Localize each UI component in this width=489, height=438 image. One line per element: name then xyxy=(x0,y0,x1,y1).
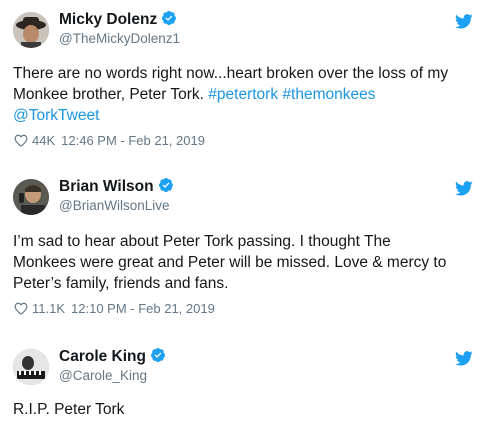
twitter-bird-icon[interactable] xyxy=(455,351,473,366)
like-count[interactable]: 11.1K xyxy=(32,301,65,316)
display-name[interactable]: Carole King xyxy=(59,347,166,366)
avatar-photo-hat-icon xyxy=(13,12,49,48)
hashtag-link[interactable]: #themonkees xyxy=(282,86,375,103)
handle[interactable]: @Carole_King xyxy=(59,368,147,383)
display-name[interactable]: Micky Dolenz xyxy=(59,10,177,29)
tweet-text: There are no words right now...heart bro… xyxy=(13,63,478,126)
verified-badge-icon xyxy=(150,348,165,362)
handle[interactable]: @BrianWilsonLive xyxy=(59,198,170,213)
display-name-text: Carole King xyxy=(59,348,146,365)
heart-icon[interactable] xyxy=(14,302,28,315)
avatar-photo-microphone-icon xyxy=(13,179,49,215)
avatar-photo-piano-icon xyxy=(13,349,49,385)
tweet-text: I’m sad to hear about Peter Tork passing… xyxy=(13,231,478,294)
timestamp[interactable]: 12:10 PM - Feb 21, 2019 xyxy=(71,301,215,316)
verified-badge-icon xyxy=(158,178,173,192)
avatar[interactable] xyxy=(13,12,49,48)
mention-link[interactable]: @TorkTweet xyxy=(13,107,99,124)
tweet-text-line: Peter’s family, friends and fans. xyxy=(13,275,229,292)
tweet-text-line: Monkees were great and Peter will be mis… xyxy=(13,254,447,271)
tweet-meta: 11.1K 12:10 PM - Feb 21, 2019 xyxy=(14,301,215,316)
like-count[interactable]: 44K xyxy=(32,133,55,148)
hashtag-link[interactable]: #petertork xyxy=(208,86,278,103)
avatar[interactable] xyxy=(13,349,49,385)
heart-icon[interactable] xyxy=(14,134,28,147)
twitter-bird-icon[interactable] xyxy=(455,14,473,29)
display-name-text: Micky Dolenz xyxy=(59,11,158,28)
verified-badge-icon xyxy=(162,11,177,25)
tweet-meta: 44K 12:46 PM - Feb 21, 2019 xyxy=(14,133,205,148)
display-name-text: Brian Wilson xyxy=(59,178,154,195)
display-name[interactable]: Brian Wilson xyxy=(59,177,174,196)
handle[interactable]: @TheMickyDolenz1 xyxy=(59,31,180,46)
avatar[interactable] xyxy=(13,179,49,215)
twitter-bird-icon[interactable] xyxy=(455,181,473,196)
tweet-text-line: I’m sad to hear about Peter Tork passing… xyxy=(13,233,391,250)
tweet-text: R.I.P. Peter Tork xyxy=(13,401,125,418)
timestamp[interactable]: 12:46 PM - Feb 21, 2019 xyxy=(61,133,205,148)
